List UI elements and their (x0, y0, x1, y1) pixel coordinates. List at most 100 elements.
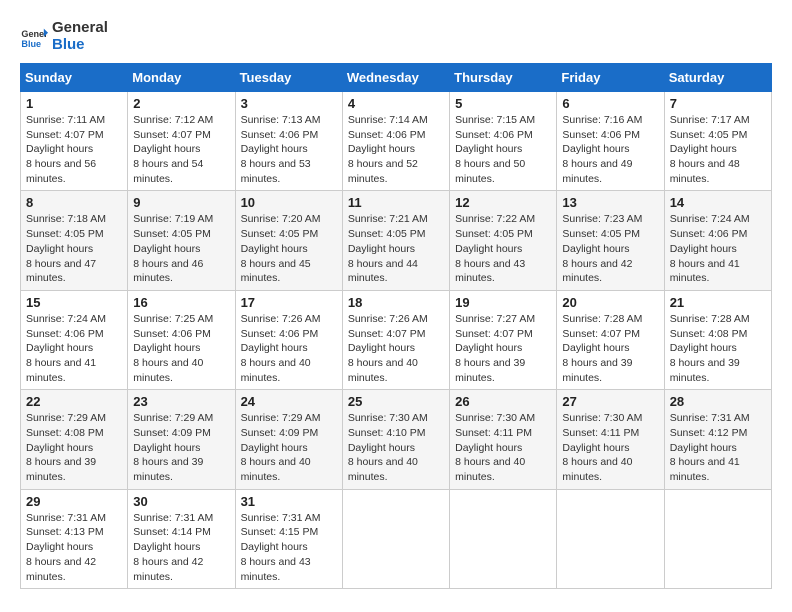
day-info: Sunrise: 7:30 AM Sunset: 4:11 PM Dayligh… (455, 411, 551, 484)
day-info: Sunrise: 7:20 AM Sunset: 4:05 PM Dayligh… (241, 212, 337, 285)
day-info: Sunrise: 7:15 AM Sunset: 4:06 PM Dayligh… (455, 113, 551, 186)
day-cell: 7 Sunrise: 7:17 AM Sunset: 4:05 PM Dayli… (664, 92, 771, 191)
day-cell: 6 Sunrise: 7:16 AM Sunset: 4:06 PM Dayli… (557, 92, 664, 191)
day-cell (664, 489, 771, 588)
week-row-2: 8 Sunrise: 7:18 AM Sunset: 4:05 PM Dayli… (21, 191, 772, 290)
day-number: 11 (348, 195, 444, 210)
day-cell: 1 Sunrise: 7:11 AM Sunset: 4:07 PM Dayli… (21, 92, 128, 191)
day-number: 18 (348, 295, 444, 310)
day-info: Sunrise: 7:29 AM Sunset: 4:09 PM Dayligh… (241, 411, 337, 484)
day-cell: 30 Sunrise: 7:31 AM Sunset: 4:14 PM Dayl… (128, 489, 235, 588)
day-info: Sunrise: 7:29 AM Sunset: 4:09 PM Dayligh… (133, 411, 229, 484)
day-info: Sunrise: 7:26 AM Sunset: 4:06 PM Dayligh… (241, 312, 337, 385)
header-thursday: Thursday (450, 64, 557, 92)
logo-blue: Blue (52, 37, 108, 54)
day-number: 7 (670, 96, 766, 111)
day-info: Sunrise: 7:24 AM Sunset: 4:06 PM Dayligh… (670, 212, 766, 285)
day-number: 21 (670, 295, 766, 310)
day-cell (342, 489, 449, 588)
day-number: 6 (562, 96, 658, 111)
day-info: Sunrise: 7:24 AM Sunset: 4:06 PM Dayligh… (26, 312, 122, 385)
day-info: Sunrise: 7:31 AM Sunset: 4:12 PM Dayligh… (670, 411, 766, 484)
day-number: 1 (26, 96, 122, 111)
day-number: 31 (241, 494, 337, 509)
day-number: 12 (455, 195, 551, 210)
day-number: 16 (133, 295, 229, 310)
day-info: Sunrise: 7:25 AM Sunset: 4:06 PM Dayligh… (133, 312, 229, 385)
calendar-header: SundayMondayTuesdayWednesdayThursdayFrid… (21, 64, 772, 92)
day-info: Sunrise: 7:29 AM Sunset: 4:08 PM Dayligh… (26, 411, 122, 484)
day-cell: 23 Sunrise: 7:29 AM Sunset: 4:09 PM Dayl… (128, 390, 235, 489)
day-number: 9 (133, 195, 229, 210)
logo-icon: General Blue (20, 23, 48, 51)
header-tuesday: Tuesday (235, 64, 342, 92)
day-cell: 24 Sunrise: 7:29 AM Sunset: 4:09 PM Dayl… (235, 390, 342, 489)
day-cell: 19 Sunrise: 7:27 AM Sunset: 4:07 PM Dayl… (450, 290, 557, 389)
day-number: 30 (133, 494, 229, 509)
day-cell (557, 489, 664, 588)
day-number: 24 (241, 394, 337, 409)
day-info: Sunrise: 7:27 AM Sunset: 4:07 PM Dayligh… (455, 312, 551, 385)
header-saturday: Saturday (664, 64, 771, 92)
day-cell: 14 Sunrise: 7:24 AM Sunset: 4:06 PM Dayl… (664, 191, 771, 290)
day-number: 29 (26, 494, 122, 509)
day-cell: 18 Sunrise: 7:26 AM Sunset: 4:07 PM Dayl… (342, 290, 449, 389)
day-info: Sunrise: 7:19 AM Sunset: 4:05 PM Dayligh… (133, 212, 229, 285)
day-cell: 11 Sunrise: 7:21 AM Sunset: 4:05 PM Dayl… (342, 191, 449, 290)
day-info: Sunrise: 7:28 AM Sunset: 4:07 PM Dayligh… (562, 312, 658, 385)
day-number: 4 (348, 96, 444, 111)
day-info: Sunrise: 7:12 AM Sunset: 4:07 PM Dayligh… (133, 113, 229, 186)
header: General Blue General Blue (20, 20, 772, 53)
calendar-body: 1 Sunrise: 7:11 AM Sunset: 4:07 PM Dayli… (21, 92, 772, 589)
day-info: Sunrise: 7:30 AM Sunset: 4:11 PM Dayligh… (562, 411, 658, 484)
day-cell: 13 Sunrise: 7:23 AM Sunset: 4:05 PM Dayl… (557, 191, 664, 290)
day-cell: 10 Sunrise: 7:20 AM Sunset: 4:05 PM Dayl… (235, 191, 342, 290)
header-row: SundayMondayTuesdayWednesdayThursdayFrid… (21, 64, 772, 92)
day-info: Sunrise: 7:14 AM Sunset: 4:06 PM Dayligh… (348, 113, 444, 186)
header-friday: Friday (557, 64, 664, 92)
day-cell: 26 Sunrise: 7:30 AM Sunset: 4:11 PM Dayl… (450, 390, 557, 489)
day-info: Sunrise: 7:11 AM Sunset: 4:07 PM Dayligh… (26, 113, 122, 186)
day-info: Sunrise: 7:31 AM Sunset: 4:15 PM Dayligh… (241, 511, 337, 584)
week-row-5: 29 Sunrise: 7:31 AM Sunset: 4:13 PM Dayl… (21, 489, 772, 588)
day-info: Sunrise: 7:26 AM Sunset: 4:07 PM Dayligh… (348, 312, 444, 385)
day-number: 14 (670, 195, 766, 210)
day-number: 20 (562, 295, 658, 310)
day-cell: 27 Sunrise: 7:30 AM Sunset: 4:11 PM Dayl… (557, 390, 664, 489)
day-number: 15 (26, 295, 122, 310)
day-cell: 16 Sunrise: 7:25 AM Sunset: 4:06 PM Dayl… (128, 290, 235, 389)
day-number: 23 (133, 394, 229, 409)
day-cell (450, 489, 557, 588)
header-sunday: Sunday (21, 64, 128, 92)
week-row-1: 1 Sunrise: 7:11 AM Sunset: 4:07 PM Dayli… (21, 92, 772, 191)
calendar-table: SundayMondayTuesdayWednesdayThursdayFrid… (20, 63, 772, 589)
day-cell: 29 Sunrise: 7:31 AM Sunset: 4:13 PM Dayl… (21, 489, 128, 588)
day-info: Sunrise: 7:18 AM Sunset: 4:05 PM Dayligh… (26, 212, 122, 285)
day-cell: 28 Sunrise: 7:31 AM Sunset: 4:12 PM Dayl… (664, 390, 771, 489)
day-number: 19 (455, 295, 551, 310)
day-number: 3 (241, 96, 337, 111)
day-info: Sunrise: 7:31 AM Sunset: 4:13 PM Dayligh… (26, 511, 122, 584)
day-cell: 8 Sunrise: 7:18 AM Sunset: 4:05 PM Dayli… (21, 191, 128, 290)
header-monday: Monday (128, 64, 235, 92)
day-cell: 9 Sunrise: 7:19 AM Sunset: 4:05 PM Dayli… (128, 191, 235, 290)
day-info: Sunrise: 7:21 AM Sunset: 4:05 PM Dayligh… (348, 212, 444, 285)
logo: General Blue General Blue (20, 20, 108, 53)
day-number: 28 (670, 394, 766, 409)
day-cell: 12 Sunrise: 7:22 AM Sunset: 4:05 PM Dayl… (450, 191, 557, 290)
day-info: Sunrise: 7:22 AM Sunset: 4:05 PM Dayligh… (455, 212, 551, 285)
day-cell: 17 Sunrise: 7:26 AM Sunset: 4:06 PM Dayl… (235, 290, 342, 389)
day-number: 26 (455, 394, 551, 409)
day-number: 25 (348, 394, 444, 409)
week-row-4: 22 Sunrise: 7:29 AM Sunset: 4:08 PM Dayl… (21, 390, 772, 489)
day-cell: 25 Sunrise: 7:30 AM Sunset: 4:10 PM Dayl… (342, 390, 449, 489)
day-number: 8 (26, 195, 122, 210)
day-cell: 4 Sunrise: 7:14 AM Sunset: 4:06 PM Dayli… (342, 92, 449, 191)
day-cell: 3 Sunrise: 7:13 AM Sunset: 4:06 PM Dayli… (235, 92, 342, 191)
day-info: Sunrise: 7:13 AM Sunset: 4:06 PM Dayligh… (241, 113, 337, 186)
day-info: Sunrise: 7:16 AM Sunset: 4:06 PM Dayligh… (562, 113, 658, 186)
day-number: 5 (455, 96, 551, 111)
day-number: 2 (133, 96, 229, 111)
day-number: 13 (562, 195, 658, 210)
day-cell: 15 Sunrise: 7:24 AM Sunset: 4:06 PM Dayl… (21, 290, 128, 389)
